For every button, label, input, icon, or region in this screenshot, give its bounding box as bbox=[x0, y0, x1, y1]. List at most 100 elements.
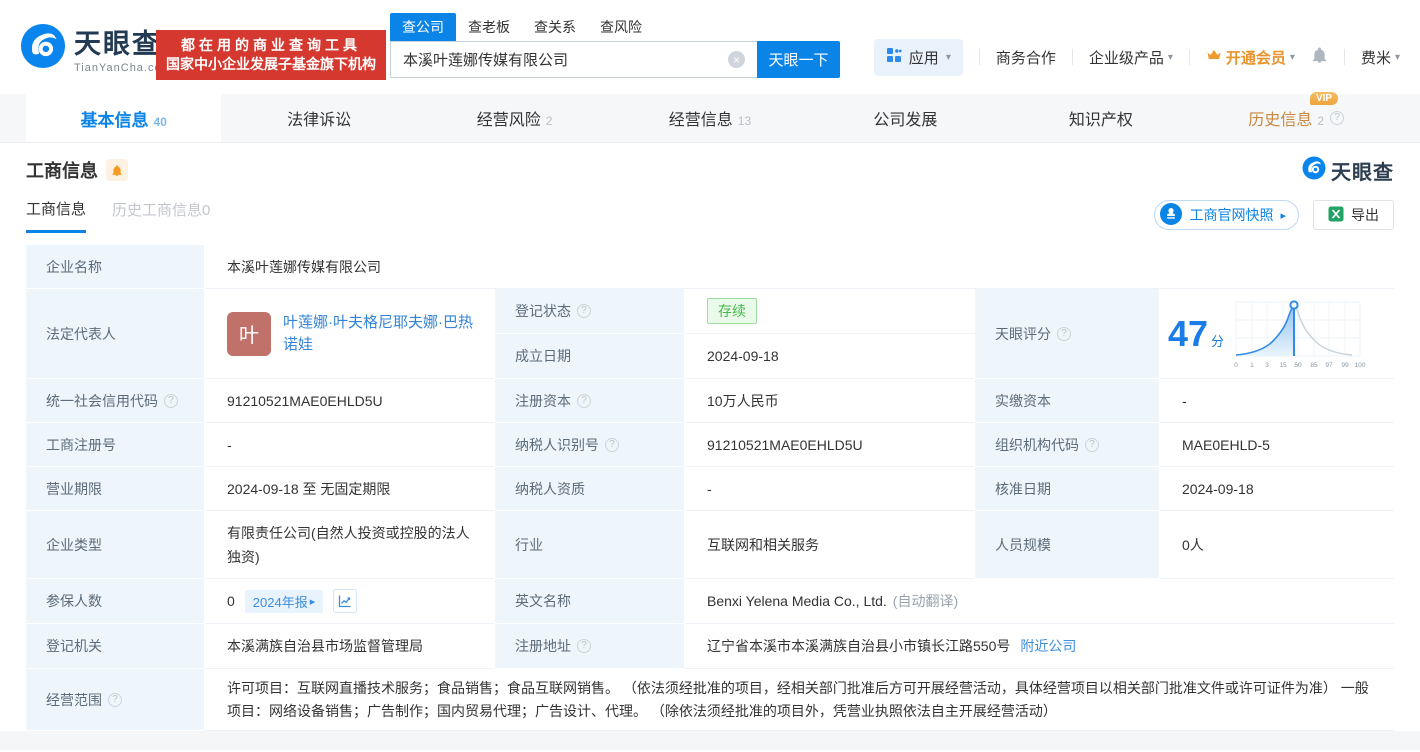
menu-upgrade-vip[interactable]: 开通会员 ▾ bbox=[1206, 47, 1295, 68]
staff-size-value: 0人 bbox=[1160, 511, 1394, 579]
table-row: 营业期限 2024-09-18 至 无固定期限 纳税人资质 - 核准日期 202… bbox=[26, 467, 1394, 511]
subtab-business-info[interactable]: 工商信息 bbox=[26, 198, 87, 233]
top-bar: 天眼查 TianYanCha.com 都在用的商业查询工具 国家中小企业发展子基… bbox=[0, 0, 1420, 94]
table-row: 参保人数 0 2024年报 ▸ 英文名称 Benxi Yelena Media … bbox=[26, 579, 1394, 624]
tianyancha-logo[interactable]: 天眼查 TianYanCha.com bbox=[20, 22, 172, 74]
tab-operation-risk[interactable]: 经营风险 2 bbox=[417, 94, 612, 142]
credit-code-value: 91210521MAE0EHLD5U bbox=[205, 379, 495, 423]
svg-text:1: 1 bbox=[1250, 362, 1254, 369]
search-tab-risk[interactable]: 查风险 bbox=[588, 13, 654, 41]
monitor-bell-icon[interactable] bbox=[106, 159, 128, 181]
reg-authority-value: 本溪满族自治县市场监督管理局 bbox=[205, 624, 495, 669]
logo-text: 天眼查 bbox=[74, 29, 161, 59]
search-bar: × 天眼一下 bbox=[390, 41, 840, 78]
promo-banner: 都在用的商业查询工具 国家中小企业发展子基金旗下机构 bbox=[156, 30, 386, 80]
help-question-icon[interactable]: ? bbox=[577, 639, 591, 653]
crown-icon bbox=[1206, 48, 1222, 66]
svg-text:15: 15 bbox=[1279, 362, 1287, 369]
banner-line2: 国家中小企业发展子基金旗下机构 bbox=[166, 56, 376, 72]
english-name-cell: Benxi Yelena Media Co., Ltd. (自动翻译) bbox=[685, 579, 1394, 624]
help-question-icon[interactable]: ? bbox=[108, 692, 122, 707]
tab-intellectual-property[interactable]: 知识产权 bbox=[1003, 94, 1198, 142]
help-question-icon[interactable]: ? bbox=[1330, 111, 1345, 125]
help-question-icon[interactable]: ? bbox=[577, 304, 591, 318]
table-row: 登记机关 本溪满族自治县市场监督管理局 注册地址 ? 辽宁省本溪市本溪满族自治县… bbox=[26, 624, 1394, 669]
help-question-icon[interactable]: ? bbox=[1085, 437, 1099, 452]
legal-rep-avatar[interactable]: 叶 bbox=[227, 311, 271, 356]
arrow-right-icon: ▸ bbox=[1280, 209, 1286, 222]
annual-report-badge[interactable]: 2024年报 ▸ bbox=[244, 589, 324, 613]
logo-swirl-icon bbox=[20, 23, 66, 74]
apps-menu-label: 应用 bbox=[908, 49, 939, 67]
field-label: 人员规模 bbox=[975, 511, 1160, 579]
search-button[interactable]: 天眼一下 bbox=[757, 41, 840, 78]
auto-translate-note: (自动翻译) bbox=[892, 593, 959, 609]
tianyancha-company-page: 天眼查 TianYanCha.com 都在用的商业查询工具 国家中小企业发展子基… bbox=[0, 0, 1420, 752]
chevron-down-icon: ▾ bbox=[945, 51, 951, 63]
tab-operation-info[interactable]: 经营信息 13 bbox=[612, 94, 807, 142]
apps-grid-icon bbox=[886, 47, 902, 67]
top-menu: 应用 ▾ 商务合作 企业级产品 ▾ 开通会员 ▾ 费米 ▾ bbox=[873, 38, 1400, 76]
tab-history-info[interactable]: 历史信息 2 VIP ? bbox=[1199, 92, 1394, 142]
help-question-icon[interactable]: ? bbox=[605, 437, 619, 452]
tab-company-development[interactable]: 公司发展 bbox=[808, 94, 1003, 142]
field-label: 参保人数 bbox=[26, 579, 205, 624]
chevron-down-icon: ▾ bbox=[1394, 51, 1400, 63]
search-tab-company[interactable]: 查公司 bbox=[390, 13, 456, 41]
reg-address-cell: 辽宁省本溪市本溪满族自治县小市镇长江路550号 附近公司 bbox=[685, 624, 1394, 669]
field-label: 企业类型 bbox=[26, 511, 205, 579]
search-tabs: 查公司 查老板 查关系 查风险 bbox=[390, 13, 840, 41]
company-name-value: 本溪叶莲娜传媒有限公司 bbox=[205, 245, 1394, 289]
help-question-icon[interactable]: ? bbox=[1057, 326, 1071, 341]
help-question-icon[interactable]: ? bbox=[164, 393, 178, 408]
business-info-table: 企业名称 本溪叶莲娜传媒有限公司 法定代表人 叶 叶莲娜·叶夫格尼耶夫娜·巴热诺… bbox=[26, 245, 1394, 731]
official-snapshot-button[interactable]: 工商官网快照 ▸ bbox=[1154, 200, 1299, 230]
svg-text:0: 0 bbox=[1234, 362, 1238, 369]
search-input[interactable] bbox=[390, 41, 757, 78]
score-unit: 分 bbox=[1211, 334, 1225, 349]
table-row: 企业类型 有限责任公司(自然人投资或控股的法人独资) 行业 互联网和相关服务 人… bbox=[26, 511, 1394, 579]
company-type-value: 有限责任公司(自然人投资或控股的法人独资) bbox=[205, 511, 495, 579]
user-menu[interactable]: 费米 ▾ bbox=[1361, 47, 1400, 68]
paid-capital-value: - bbox=[1160, 379, 1394, 423]
tab-legal-proceedings[interactable]: 法律诉讼 bbox=[221, 94, 416, 142]
vip-badge: VIP bbox=[1309, 92, 1339, 105]
org-code-value: MAE0EHLD-5 bbox=[1160, 423, 1394, 467]
field-label: 登记机关 bbox=[26, 624, 205, 669]
divider bbox=[1071, 49, 1073, 65]
reg-capital-value: 10万人民币 bbox=[685, 379, 975, 423]
export-button[interactable]: 导出 bbox=[1313, 200, 1394, 230]
table-row: 统一社会信用代码 ? 91210521MAE0EHLD5U 注册资本 ? 10万… bbox=[26, 379, 1394, 423]
nearby-companies-link[interactable]: 附近公司 bbox=[1020, 636, 1076, 656]
legal-rep-cell: 叶 叶莲娜·叶夫格尼耶夫娜·巴热诺娃 bbox=[205, 289, 495, 379]
search-tab-relation[interactable]: 查关系 bbox=[522, 13, 588, 41]
industry-value: 互联网和相关服务 bbox=[685, 511, 975, 579]
menu-business-coop[interactable]: 商务合作 bbox=[996, 47, 1056, 68]
taxpayer-id-value: 91210521MAE0EHLD5U bbox=[685, 423, 975, 467]
svg-text:97: 97 bbox=[1325, 362, 1333, 369]
table-row: 经营范围 ? 许可项目：互联网直播技术服务；食品销售；食品互联网销售。 （依法须… bbox=[26, 669, 1394, 731]
field-label: 实缴资本 bbox=[975, 379, 1160, 423]
apps-menu[interactable]: 应用 ▾ bbox=[873, 38, 963, 76]
field-label: 法定代表人 bbox=[26, 289, 205, 379]
menu-enterprise-products[interactable]: 企业级产品 ▾ bbox=[1089, 47, 1173, 68]
username: 费米 bbox=[1360, 49, 1391, 67]
notification-bell-icon[interactable] bbox=[1311, 46, 1328, 68]
field-label: 核准日期 bbox=[975, 467, 1160, 511]
help-question-icon[interactable]: ? bbox=[577, 393, 591, 408]
insured-count-cell: 0 2024年报 ▸ bbox=[205, 579, 495, 624]
tab-basic-info[interactable]: 基本信息 40 bbox=[26, 94, 222, 142]
search-tab-boss[interactable]: 查老板 bbox=[456, 13, 522, 41]
field-label: 行业 bbox=[495, 511, 685, 579]
watermark-text: 天眼查 bbox=[1331, 161, 1394, 184]
insured-count-value: 0 bbox=[227, 593, 235, 609]
legal-rep-name-link[interactable]: 叶莲娜·叶夫格尼耶夫娜·巴热诺娃 bbox=[283, 312, 481, 356]
score-value: 47 bbox=[1168, 312, 1209, 354]
field-label: 纳税人资质 bbox=[495, 467, 685, 511]
banner-line1: 都在用的商业查询工具 bbox=[181, 37, 361, 53]
field-label: 企业名称 bbox=[26, 245, 205, 289]
trend-chart-icon[interactable] bbox=[333, 589, 358, 613]
clear-search-icon[interactable]: × bbox=[728, 51, 745, 68]
tianyancha-watermark: 天眼查 bbox=[1302, 156, 1394, 185]
subtab-history-business-info[interactable]: 历史工商信息0 bbox=[112, 199, 210, 231]
